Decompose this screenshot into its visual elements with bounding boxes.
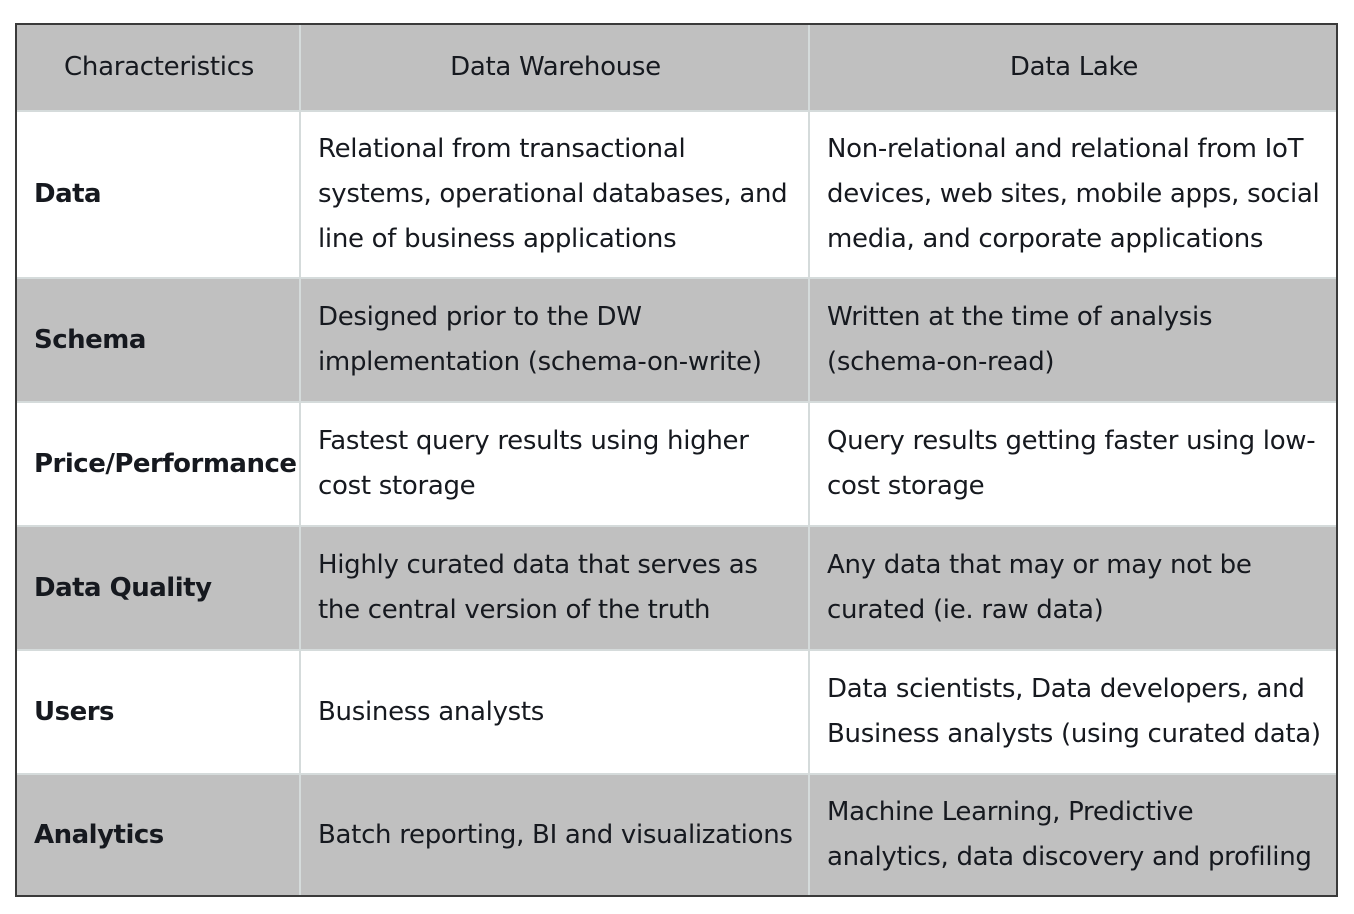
table-row: Data Relational from transactional syste… (17, 111, 1336, 278)
warehouse-cell: Batch reporting, BI and visualizations (299, 774, 809, 895)
lake-cell: Data scientists, Data developers, and Bu… (808, 650, 1336, 774)
row-label-cell: Users (17, 650, 300, 774)
table-row: Schema Designed prior to the DW implemen… (17, 278, 1336, 402)
lake-cell: Written at the time of analysis (schema-… (808, 278, 1336, 402)
row-label: Data (34, 179, 102, 209)
table-body: Data Relational from transactional syste… (17, 111, 1336, 895)
row-label: Price/Performance (34, 448, 297, 479)
lake-cell: Any data that may or may not be curated … (808, 526, 1336, 650)
warehouse-cell: Fastest query results using higher cost … (299, 402, 809, 526)
row-label-cell: Analytics (17, 774, 300, 895)
table-row: Price/Performance Fastest query results … (17, 402, 1336, 526)
header-row: Characteristics Data Warehouse Data Lake (17, 25, 1336, 111)
column-header-data-lake: Data Lake (808, 25, 1336, 111)
row-label: Users (34, 696, 115, 727)
warehouse-cell: Designed prior to the DW implementation … (299, 278, 809, 402)
comparison-table: Characteristics Data Warehouse Data Lake… (17, 25, 1336, 895)
row-label-cell: Data (17, 111, 300, 278)
warehouse-cell: Business analysts (299, 650, 809, 774)
row-label: Data Quality (34, 572, 212, 603)
lake-cell: Non-relational and relational from IoT d… (808, 111, 1336, 278)
table-header: Characteristics Data Warehouse Data Lake (17, 25, 1336, 111)
row-label-cell: Data Quality (17, 526, 300, 650)
warehouse-cell: Highly curated data that serves as the c… (299, 526, 809, 650)
lake-cell: Machine Learning, Predictive analytics, … (808, 774, 1336, 895)
warehouse-cell: Relational from transactional systems, o… (299, 111, 809, 278)
row-label-cell: Schema (17, 278, 300, 402)
column-header-characteristics: Characteristics (17, 25, 300, 111)
column-header-data-warehouse: Data Warehouse (299, 25, 809, 111)
row-label: Schema (34, 324, 146, 355)
row-label-cell: Price/Performance (17, 402, 300, 526)
table-row: Users Business analysts Data scientists,… (17, 650, 1336, 774)
table-row: Analytics Batch reporting, BI and visual… (17, 774, 1336, 895)
lake-cell: Query results getting faster using low-c… (808, 402, 1336, 526)
table-row: Data Quality Highly curated data that se… (17, 526, 1336, 650)
comparison-table-container: Characteristics Data Warehouse Data Lake… (15, 23, 1338, 897)
row-label: Analytics (34, 819, 164, 850)
